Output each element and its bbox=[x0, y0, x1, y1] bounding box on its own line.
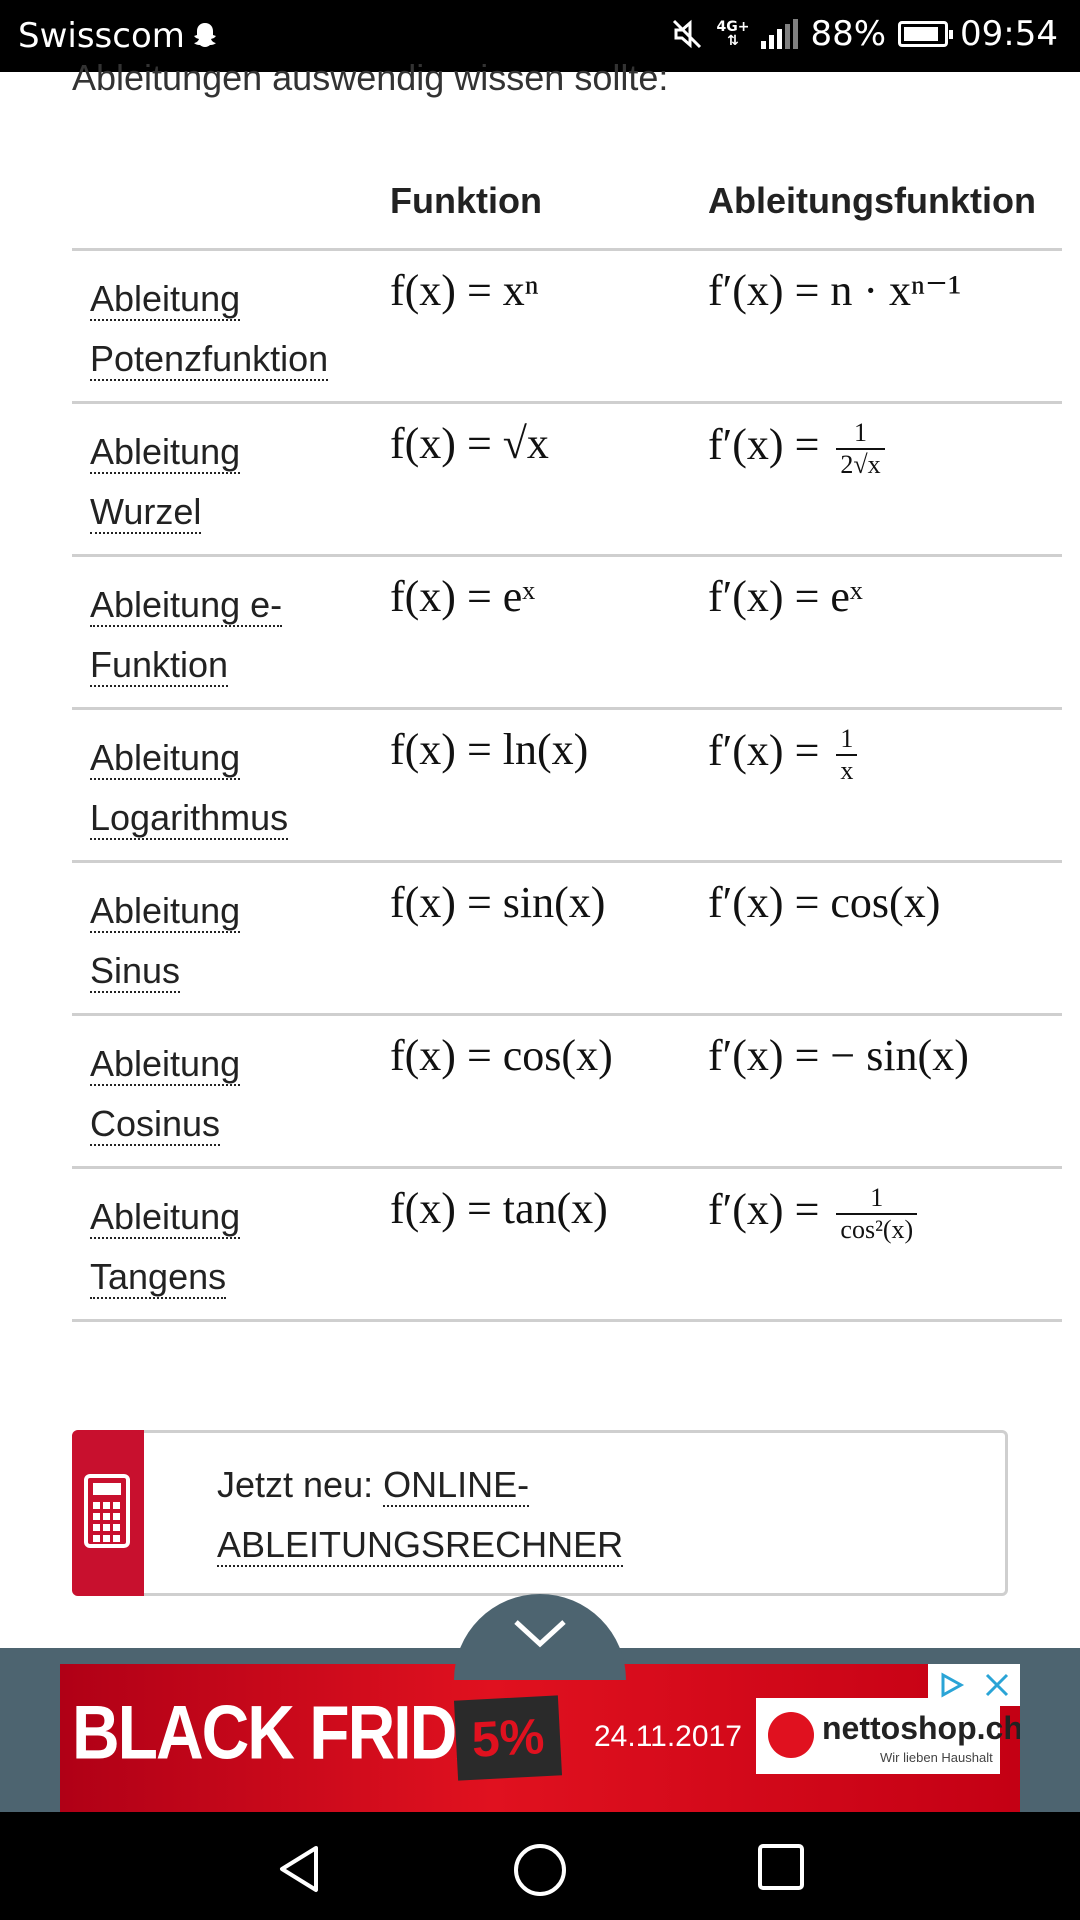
snapchat-icon bbox=[194, 23, 216, 47]
intro-text: Ableitungen auswendig wissen sollte: bbox=[72, 57, 669, 98]
battery-percent: 88% bbox=[810, 14, 887, 54]
cart-icon bbox=[768, 1712, 814, 1758]
derivative-table: Funktion Ableitungsfunktion Ableitung Pot… bbox=[72, 160, 1062, 1322]
close-ad-icon[interactable] bbox=[974, 1664, 1020, 1706]
ad-brand-box: nettoshop.ch Wir lieben Haushalt bbox=[756, 1698, 1020, 1774]
row-link[interactable]: Ableitung Sinus bbox=[90, 881, 380, 1001]
row-link[interactable]: Ableitung e- Funktion bbox=[90, 575, 380, 695]
table-header: Funktion Ableitungsfunktion bbox=[72, 160, 1062, 251]
table-row: Ableitung Cosinus f(x) = cos(x) f′(x) = −… bbox=[72, 1016, 1062, 1169]
derivative-formula: f′(x) = n · xⁿ⁻¹ bbox=[708, 266, 962, 315]
column-header-function: Funktion bbox=[390, 180, 542, 221]
expand-handle[interactable] bbox=[454, 1594, 626, 1680]
home-icon[interactable] bbox=[512, 1842, 568, 1898]
derivative-formula: f′(x) = cos(x) bbox=[708, 878, 941, 927]
ad-choices bbox=[928, 1664, 1020, 1706]
ad-date: 24.11.2017 bbox=[594, 1720, 742, 1753]
ad-slogan: Wir lieben Haushalt bbox=[880, 1750, 993, 1765]
column-header-derivative: Ableitungsfunktion bbox=[708, 180, 1036, 221]
function-formula: f(x) = eˣ bbox=[390, 572, 536, 621]
row-link[interactable]: Ableitung Potenzfunktion bbox=[90, 269, 380, 389]
ad-discount: 5% bbox=[453, 1695, 563, 1781]
table-row: Ableitung Wurzel f(x) = √x f′(x) = 1 2√x bbox=[72, 404, 1062, 557]
mute-icon bbox=[673, 19, 702, 49]
signal-icon bbox=[761, 19, 799, 49]
derivative-formula: f′(x) = − sin(x) bbox=[708, 1031, 969, 1080]
calculator-icon bbox=[84, 1474, 130, 1548]
back-icon[interactable] bbox=[272, 1842, 326, 1896]
table-row: Ableitung Logarithmus f(x) = ln(x) f′(x) … bbox=[72, 710, 1062, 863]
row-link[interactable]: Ableitung Tangens bbox=[90, 1187, 380, 1307]
table-row: Ableitung Sinus f(x) = sin(x) f′(x) = cos… bbox=[72, 863, 1062, 1016]
row-link[interactable]: Ableitung Logarithmus bbox=[90, 728, 380, 848]
ad-brand: nettoshop.ch bbox=[822, 1710, 1020, 1746]
derivative-formula: f′(x) = eˣ bbox=[708, 572, 863, 621]
derivative-formula: f′(x) = 1 2√x bbox=[708, 418, 885, 480]
row-link[interactable]: Ableitung Cosinus bbox=[90, 1034, 380, 1154]
function-formula: f(x) = xⁿ bbox=[390, 266, 539, 315]
battery-icon bbox=[898, 21, 954, 47]
table-row: Ableitung Potenzfunktion f(x) = xⁿ f′(x) … bbox=[72, 251, 1062, 404]
clock: 09:54 bbox=[960, 14, 1058, 54]
recent-apps-icon[interactable] bbox=[756, 1842, 806, 1892]
row-link[interactable]: Ableitung Wurzel bbox=[90, 422, 380, 542]
online-calculator-link-cont[interactable]: ABLEITUNGSRECHNER bbox=[217, 1524, 624, 1567]
navigation-bar bbox=[0, 1812, 1080, 1920]
function-formula: f(x) = ln(x) bbox=[390, 725, 589, 774]
function-formula: f(x) = sin(x) bbox=[390, 878, 606, 927]
function-formula: f(x) = √x bbox=[390, 419, 549, 468]
chevron-down-icon bbox=[514, 1620, 566, 1648]
carrier-name: Swisscom bbox=[18, 16, 185, 56]
function-formula: f(x) = tan(x) bbox=[390, 1184, 608, 1233]
ad-banner[interactable]: BLACK FRIDAY 5% 24.11.2017 nettoshop.ch … bbox=[60, 1664, 1020, 1812]
calculator-callout: Jetzt neu: ONLINE- ABLEITUNGSRECHNER bbox=[72, 1430, 1008, 1596]
table-row: Ableitung e- Funktion f(x) = eˣ f′(x) = e… bbox=[72, 557, 1062, 710]
callout-accent-bar bbox=[72, 1430, 144, 1596]
online-calculator-link[interactable]: ONLINE- bbox=[383, 1464, 530, 1507]
derivative-formula: f′(x) = 1 cos²(x) bbox=[708, 1183, 918, 1245]
derivative-formula: f′(x) = 1x bbox=[708, 724, 858, 786]
function-formula: f(x) = cos(x) bbox=[390, 1031, 613, 1080]
table-row: Ableitung Tangens f(x) = tan(x) f′(x) = 1… bbox=[72, 1169, 1062, 1322]
adchoices-icon[interactable] bbox=[928, 1664, 974, 1706]
callout-text: Jetzt neu: ONLINE- ABLEITUNGSRECHNER bbox=[217, 1464, 624, 1567]
network-indicator: 4G+ ⇅ bbox=[716, 19, 750, 49]
